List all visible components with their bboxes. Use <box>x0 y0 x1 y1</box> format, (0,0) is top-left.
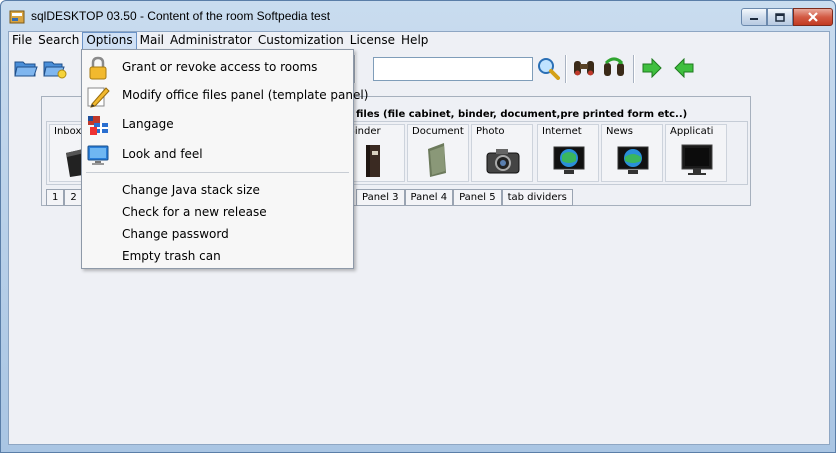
menu-item-modify-panel[interactable]: Modify office files panel (template pane… <box>82 84 368 108</box>
panel-tabs: 1 2 <box>46 189 83 207</box>
panel-tabs-right: Panel 3 Panel 4 Panel 5 tab dividers <box>356 189 573 207</box>
close-button[interactable] <box>793 8 833 26</box>
search-input[interactable] <box>373 57 533 81</box>
document-icon <box>428 143 446 177</box>
binder-icon <box>366 145 380 177</box>
maximize-button[interactable] <box>767 8 793 26</box>
tile-photo[interactable]: Photo <box>471 124 533 182</box>
title-bar[interactable]: sqlDESKTOP 03.50 - Content of the room S… <box>1 1 835 31</box>
binoculars-button[interactable] <box>571 55 597 81</box>
menu-administrator[interactable]: Administrator <box>167 32 255 50</box>
tile-label: Binder <box>348 126 381 137</box>
pencil-icon <box>87 87 110 108</box>
new-folder-icon <box>43 61 67 79</box>
tab-dividers[interactable]: tab dividers <box>501 189 573 206</box>
toolbar-separator <box>633 55 635 83</box>
binoculars-refresh-button[interactable] <box>601 55 627 81</box>
menu-search[interactable]: Search <box>35 32 82 50</box>
menu-bar: File Search Options Mail Administrator C… <box>9 32 829 50</box>
menu-separator <box>86 172 349 173</box>
arrow-forward-icon <box>642 58 662 78</box>
menu-item-label: Langage <box>122 117 174 131</box>
news-monitor-icon <box>617 146 649 174</box>
tab-1[interactable]: 1 <box>46 189 65 206</box>
menu-item-empty-trash[interactable]: Empty trash can <box>82 245 353 267</box>
menu-item-label: Grant or revoke access to rooms <box>122 60 318 74</box>
menu-help[interactable]: Help <box>398 32 431 50</box>
back-button[interactable] <box>671 55 697 81</box>
menu-mail[interactable]: Mail <box>137 32 167 50</box>
menu-item-java-stack[interactable]: Change Java stack size <box>82 179 353 201</box>
menu-item-grant-access[interactable]: Grant or revoke access to rooms <box>82 56 353 80</box>
tile-label: Document <box>412 126 464 137</box>
tile-label: News <box>606 126 634 137</box>
new-folder-button[interactable] <box>42 55 68 81</box>
menu-customization[interactable]: Customization <box>255 32 347 50</box>
tile-internet[interactable]: Internet <box>537 124 599 182</box>
toolbar-separator <box>354 55 356 83</box>
tab-panel-3[interactable]: Panel 3 <box>356 189 405 206</box>
app-window: sqlDESKTOP 03.50 - Content of the room S… <box>0 0 836 453</box>
tile-application[interactable]: Applicati <box>665 124 727 182</box>
camera-icon <box>486 149 520 174</box>
tile-label: Internet <box>542 126 582 137</box>
lock-icon <box>89 56 107 80</box>
maximize-icon <box>775 12 785 22</box>
options-menu: Grant or revoke access to rooms Modify o… <box>81 49 368 269</box>
search-icon <box>538 58 560 80</box>
menu-file[interactable]: File <box>9 32 35 50</box>
minimize-icon <box>750 18 758 20</box>
tile-label: Photo <box>476 126 505 137</box>
tile-document[interactable]: Document <box>407 124 469 182</box>
tile-news[interactable]: News <box>601 124 663 182</box>
menu-item-label: Change Java stack size <box>122 183 260 197</box>
menu-item-language[interactable]: Langage <box>82 113 353 135</box>
arrow-back-icon <box>674 58 694 78</box>
toolbar-separator <box>565 55 567 83</box>
internet-monitor-icon <box>553 146 585 174</box>
tile-label: Applicati <box>670 126 714 137</box>
window-title: sqlDESKTOP 03.50 - Content of the room S… <box>31 9 331 23</box>
menu-item-label: Modify office files panel (template pane… <box>122 88 369 102</box>
tab-panel-5[interactable]: Panel 5 <box>453 189 502 206</box>
application-monitor-icon <box>681 144 713 175</box>
menu-options[interactable]: Options <box>82 32 137 50</box>
close-icon <box>808 12 818 22</box>
tab-panel-4[interactable]: Panel 4 <box>404 189 454 206</box>
menu-item-label: Look and feel <box>122 147 203 161</box>
open-folder-button[interactable] <box>13 55 39 81</box>
minimize-button[interactable] <box>741 8 767 26</box>
menu-item-label: Empty trash can <box>122 249 221 263</box>
tab-2[interactable]: 2 <box>64 189 83 206</box>
language-flags-icon <box>88 116 108 135</box>
menu-item-label: Change password <box>122 227 229 241</box>
binoculars-refresh-icon <box>604 57 624 76</box>
forward-button[interactable] <box>639 55 665 81</box>
binoculars-icon <box>574 61 594 76</box>
menu-license[interactable]: License <box>347 32 398 50</box>
app-icon <box>9 10 25 24</box>
open-folder-icon <box>14 61 38 77</box>
monitor-icon <box>87 145 109 165</box>
panel-header: files (file cabinet, binder, document,pr… <box>356 109 688 120</box>
menu-item-change-password[interactable]: Change password <box>82 223 353 245</box>
menu-item-label: Check for a new release <box>122 205 267 219</box>
menu-item-look-and-feel[interactable]: Look and feel <box>82 143 353 165</box>
menu-item-check-release[interactable]: Check for a new release <box>82 201 353 223</box>
search-button[interactable] <box>535 55 561 81</box>
